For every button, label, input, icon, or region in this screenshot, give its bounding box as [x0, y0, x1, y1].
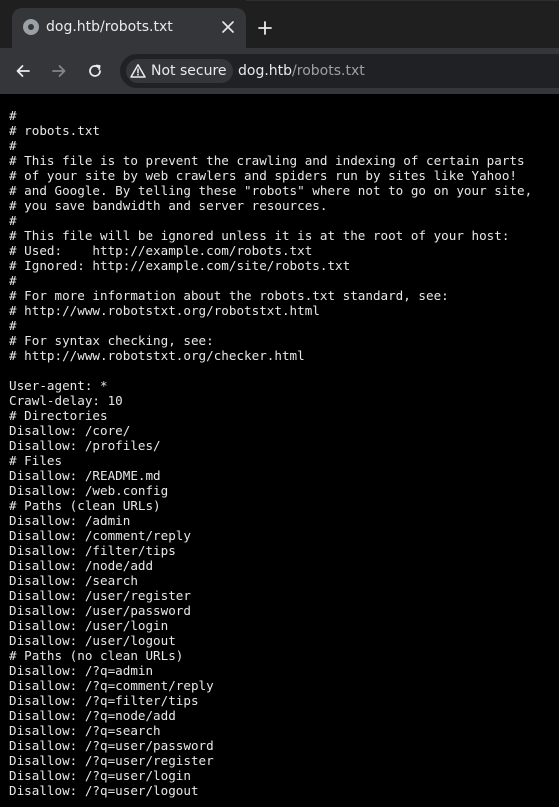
url-text[interactable]: dog.htb/robots.txt	[238, 62, 365, 80]
robots-txt-content: # # robots.txt # # This file is to preve…	[9, 108, 533, 798]
reload-icon[interactable]	[83, 59, 107, 83]
page-content: # # robots.txt # # This file is to preve…	[0, 94, 559, 807]
security-chip[interactable]: Not secure	[126, 59, 233, 83]
close-icon[interactable]	[218, 17, 238, 37]
security-label: Not secure	[151, 63, 227, 79]
window-divider	[246, 0, 559, 1]
tab-title: dog.htb/robots.txt	[46, 19, 173, 35]
url-host: dog.htb	[238, 63, 293, 79]
arrow-right-icon[interactable]	[47, 59, 71, 83]
tab-robots-txt[interactable]: dog.htb/robots.txt	[12, 8, 246, 48]
warning-triangle-icon	[130, 63, 146, 79]
tab-strip: dog.htb/robots.txt	[0, 0, 559, 48]
plus-icon[interactable]	[254, 17, 276, 39]
url-path: /robots.txt	[292, 63, 365, 79]
globe-icon	[22, 18, 40, 36]
browser-toolbar: Not secure dog.htb/robots.txt	[0, 48, 559, 94]
address-bar[interactable]: Not secure dog.htb/robots.txt	[120, 54, 559, 88]
arrow-left-icon[interactable]	[11, 59, 35, 83]
